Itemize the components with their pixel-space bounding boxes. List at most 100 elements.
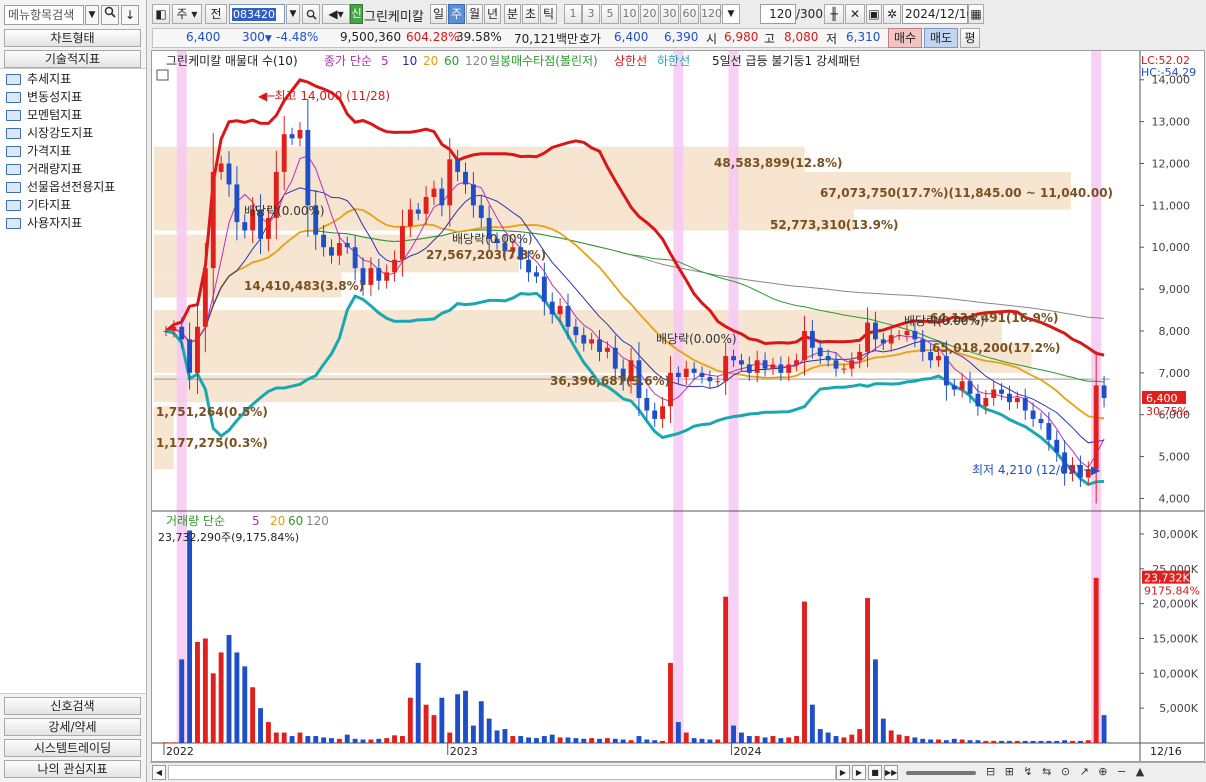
menu-search-input[interactable]: 메뉴항목검색 bbox=[4, 5, 84, 25]
count-input[interactable]: 120 bbox=[760, 4, 796, 24]
x-tick-label: 2022 bbox=[166, 745, 194, 758]
tree-item[interactable]: 선물옵션전용지표 bbox=[6, 178, 115, 196]
my-indicators-button[interactable]: 나의 관심지표 bbox=[4, 760, 141, 778]
volume-bar bbox=[936, 739, 941, 743]
chart-type-button[interactable]: 차트형태 bbox=[4, 29, 141, 47]
volume-bar bbox=[691, 738, 697, 743]
scroll-left-icon[interactable]: ◀ bbox=[152, 765, 166, 780]
speaker-icon[interactable]: ◀▾ bbox=[322, 4, 350, 24]
candle-body bbox=[786, 364, 792, 373]
strength-button[interactable]: 강세/약세 bbox=[4, 718, 141, 736]
tab-period[interactable]: 틱 bbox=[540, 4, 557, 24]
stock-chart[interactable]: 14,00013,00012,00011,00010,0009,0008,000… bbox=[152, 51, 1204, 761]
volume-bar bbox=[802, 601, 807, 743]
eval-button[interactable]: 평 bbox=[960, 28, 980, 48]
tree-item-label: 사용자지표 bbox=[27, 216, 83, 230]
volume-bar bbox=[202, 638, 208, 743]
scroll-right-icon[interactable]: ▶ bbox=[836, 765, 850, 780]
interval-dropdown-icon[interactable]: ▼ bbox=[722, 4, 740, 24]
folder-icon bbox=[6, 127, 21, 139]
candle-body bbox=[210, 171, 216, 269]
period-select[interactable]: 주 ▾ bbox=[172, 4, 202, 24]
stock-code-field[interactable]: 083420 bbox=[229, 4, 285, 24]
chevron-down-icon[interactable]: ▼ bbox=[85, 5, 99, 25]
interval-button[interactable]: 20 bbox=[640, 4, 659, 24]
buy-button[interactable]: 매수 bbox=[888, 28, 922, 48]
sell-button[interactable]: 매도 bbox=[924, 28, 958, 48]
interval-button[interactable]: 5 bbox=[601, 4, 619, 24]
tree-item[interactable]: 추세지표 bbox=[6, 70, 71, 88]
date-input[interactable]: 2024/12/16 bbox=[902, 4, 974, 24]
tree-item[interactable]: 시장강도지표 bbox=[6, 124, 93, 142]
tech-indicator-button[interactable]: 기술적지표 bbox=[4, 50, 141, 68]
tree-item[interactable]: 가격지표 bbox=[6, 142, 71, 160]
volume-bar bbox=[715, 739, 721, 743]
tab-period[interactable]: 년 bbox=[484, 4, 501, 24]
tab-period[interactable]: 월 bbox=[466, 4, 483, 24]
tab-period[interactable]: 초 bbox=[522, 4, 539, 24]
system-trading-button[interactable]: 시스템트레이딩 bbox=[4, 739, 141, 757]
volume-bar bbox=[305, 736, 311, 743]
volume-bar bbox=[392, 735, 398, 743]
interval-button[interactable]: 30 bbox=[660, 4, 679, 24]
signal-search-button[interactable]: 신호검색 bbox=[4, 697, 141, 715]
candle-body bbox=[1007, 393, 1012, 403]
candle-body bbox=[597, 339, 602, 352]
candle-body bbox=[975, 393, 981, 407]
play-icon[interactable]: ▶ bbox=[852, 765, 866, 780]
tree-item[interactable]: 모멘텀지표 bbox=[6, 106, 82, 124]
interval-button[interactable]: 10 bbox=[620, 4, 639, 24]
volume-bar bbox=[857, 729, 863, 743]
candle-icon[interactable]: ╫ bbox=[824, 4, 844, 24]
stop-icon[interactable]: ■ bbox=[868, 765, 882, 780]
tab-period[interactable]: 분 bbox=[504, 4, 521, 24]
volume-bar bbox=[478, 701, 484, 743]
volume-bar bbox=[242, 666, 248, 743]
ma-period-label: 10 bbox=[402, 54, 417, 68]
code-dropdown-icon[interactable]: ▼ bbox=[286, 4, 300, 24]
tab-period[interactable]: 주 bbox=[448, 4, 465, 24]
open-price: 6,980 bbox=[724, 30, 759, 44]
interval-button[interactable]: 120 bbox=[700, 4, 722, 24]
volume-bar bbox=[1070, 740, 1075, 743]
tree-item[interactable]: 거래량지표 bbox=[6, 160, 82, 178]
tab-period[interactable]: 일 bbox=[430, 4, 447, 24]
tree-item[interactable]: 변동성지표 bbox=[6, 88, 82, 106]
fast-forward-icon[interactable]: ▶▶ bbox=[884, 765, 898, 780]
price-tag: 6,400 bbox=[1146, 392, 1178, 405]
change-percent: -4.48% bbox=[276, 30, 319, 44]
candle-body bbox=[407, 209, 413, 227]
interval-button[interactable]: 1 bbox=[564, 4, 582, 24]
tree-item[interactable]: 사용자지표 bbox=[6, 214, 82, 232]
candle-body bbox=[321, 234, 327, 248]
prev-button[interactable]: 전 bbox=[205, 4, 227, 24]
chart-area[interactable]: 14,000 13,000 12,000 11,000 10,000 9,000 8,000… bbox=[151, 50, 1205, 762]
volume-value-label: 23,732,290주(9,175.84%) bbox=[158, 531, 299, 544]
search-icon[interactable] bbox=[302, 4, 320, 24]
speed-slider[interactable] bbox=[906, 771, 976, 775]
layout-icon[interactable]: ◧ bbox=[152, 4, 170, 24]
volume-bar bbox=[1007, 740, 1012, 743]
candle-body bbox=[872, 322, 878, 340]
price-pct: 30.75% bbox=[1146, 405, 1188, 418]
save-icon[interactable]: ▣ bbox=[866, 4, 882, 24]
zoom-tools-icon[interactable]: ⊟ ⊞ ↯ ⇆ ⊙ ↗ ⊕ − ▲ bbox=[986, 765, 1200, 780]
interval-button[interactable]: 60 bbox=[680, 4, 699, 24]
candle-body bbox=[652, 410, 658, 419]
scroll-track[interactable] bbox=[168, 765, 836, 780]
candle-body bbox=[896, 335, 902, 337]
chart-scrollbar[interactable]: ◀ ▶ ▶ ■ ▶▶ ⊟ ⊞ ↯ ⇆ ⊙ ↗ ⊕ − ▲ bbox=[150, 762, 1206, 782]
price-tick-label: 13,000 bbox=[1152, 116, 1191, 129]
tree-item[interactable]: 기타지표 bbox=[6, 196, 71, 214]
dividend-label: 배당락(0.00%) bbox=[452, 232, 533, 246]
download-icon[interactable]: ↓ bbox=[121, 5, 139, 25]
crosshair-icon[interactable]: ✕ bbox=[845, 4, 865, 24]
gear-icon[interactable]: ✲ bbox=[883, 4, 901, 24]
interval-button[interactable]: 3 bbox=[582, 4, 600, 24]
calendar-icon[interactable]: ▦ bbox=[968, 4, 984, 24]
candle-body bbox=[352, 247, 358, 269]
candle-body bbox=[746, 364, 752, 373]
volume-bar bbox=[463, 690, 468, 743]
volume-bar bbox=[1054, 740, 1060, 743]
search-icon[interactable] bbox=[101, 5, 119, 25]
